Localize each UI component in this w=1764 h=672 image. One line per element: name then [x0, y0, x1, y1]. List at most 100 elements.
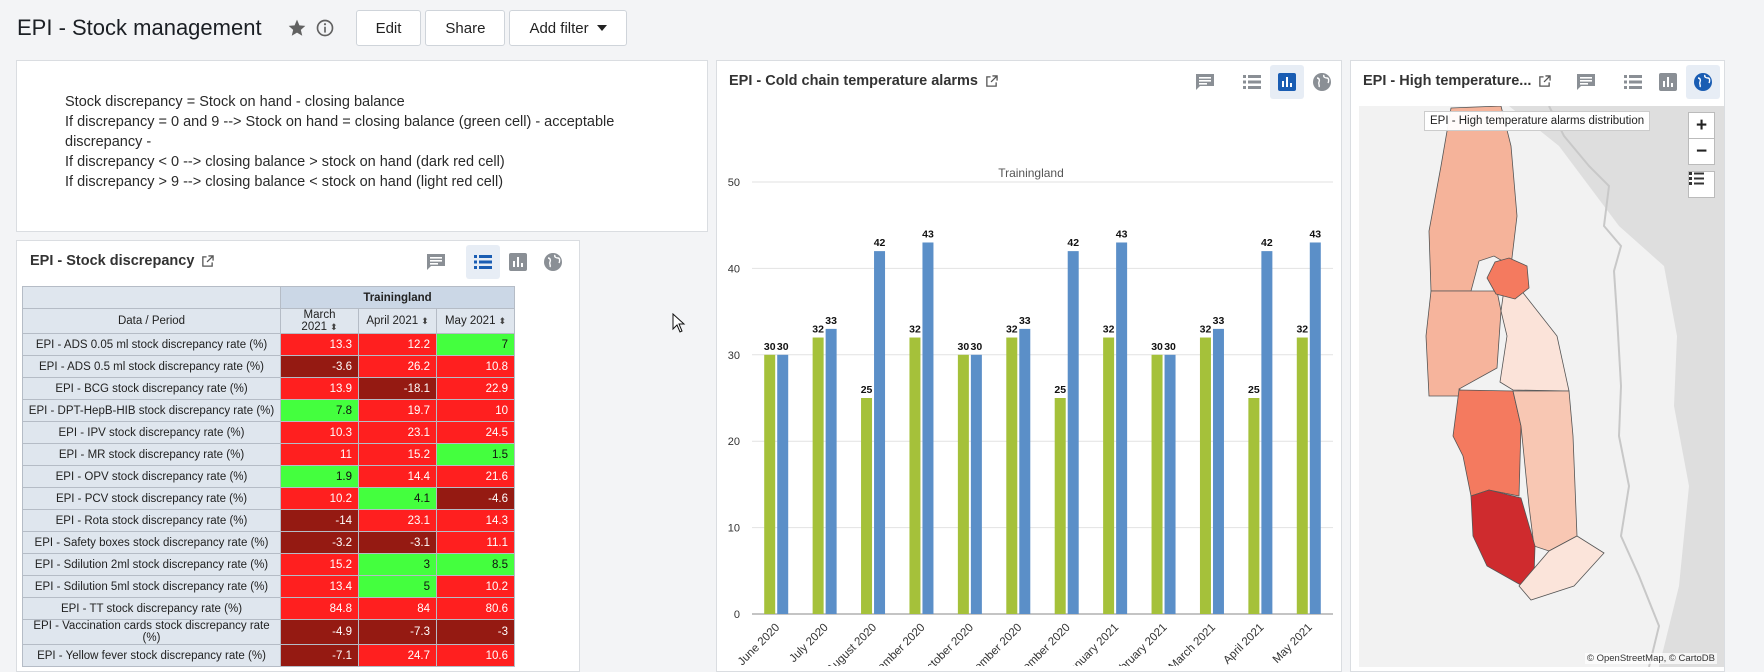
- sort-icon[interactable]: ⬍: [498, 316, 506, 326]
- share-button[interactable]: Share: [425, 10, 506, 46]
- map-attribution: © OpenStreetMap, © CartoDB: [1584, 653, 1717, 664]
- table-cell[interactable]: -3.2: [280, 531, 359, 554]
- table-cell[interactable]: 10.2: [436, 575, 515, 598]
- map-canvas[interactable]: EPI - High temperature alarms distributi…: [1359, 106, 1724, 667]
- external-link-icon[interactable]: [201, 254, 215, 268]
- external-link-icon[interactable]: [985, 74, 998, 88]
- y-tick-label: 50: [728, 177, 740, 189]
- table-view-icon[interactable]: [466, 245, 500, 279]
- table-cell[interactable]: 4.1: [358, 487, 437, 510]
- table-cell[interactable]: 84: [358, 597, 437, 620]
- comment-icon[interactable]: [1188, 65, 1222, 99]
- table-cell[interactable]: -18.1: [358, 377, 437, 400]
- period-header[interactable]: April 2021 ⬍: [358, 308, 437, 334]
- table-cell[interactable]: 19.7: [358, 399, 437, 422]
- table-cell[interactable]: 8.5: [436, 553, 515, 576]
- table-cell[interactable]: 23.1: [358, 509, 437, 532]
- table-cell[interactable]: 10: [436, 399, 515, 422]
- table-cell[interactable]: 10.3: [280, 421, 359, 444]
- table-cell[interactable]: 3: [358, 553, 437, 576]
- table-cell[interactable]: 23.1: [358, 421, 437, 444]
- table-cell[interactable]: 22.9: [436, 377, 515, 400]
- data-label: 43: [1116, 228, 1128, 240]
- y-tick-label: 0: [734, 609, 740, 621]
- period-header[interactable]: May 2021 ⬍: [436, 308, 515, 334]
- table-cell[interactable]: 84.8: [280, 597, 359, 620]
- table-cell[interactable]: 14.3: [436, 509, 515, 532]
- table-cell[interactable]: 24.7: [358, 644, 437, 667]
- row-label: EPI - ADS 0.05 ml stock discrepancy rate…: [22, 333, 281, 356]
- chart-view-icon[interactable]: [1270, 65, 1304, 99]
- period-label: May 2021: [444, 315, 496, 327]
- table-cell[interactable]: -14: [280, 509, 359, 532]
- table-view-icon[interactable]: [1616, 65, 1650, 99]
- item-title[interactable]: EPI - Stock discrepancy: [30, 253, 215, 269]
- map-region[interactable]: [1470, 489, 1536, 589]
- table-cell[interactable]: -7.3: [358, 619, 437, 645]
- external-link-icon[interactable]: [1538, 74, 1552, 88]
- table-cell[interactable]: -7.1: [280, 644, 359, 667]
- edit-button[interactable]: Edit: [355, 10, 422, 46]
- table-cell[interactable]: -3.6: [280, 355, 359, 378]
- map-view-icon[interactable]: [536, 245, 570, 279]
- text-line: If discrepancy > 9 --> closing balance <…: [65, 174, 504, 190]
- comment-icon[interactable]: [419, 245, 453, 279]
- table-cell[interactable]: 7: [436, 333, 515, 356]
- table-cell[interactable]: 11.1: [436, 531, 515, 554]
- table-cell[interactable]: 12.2: [358, 333, 437, 356]
- legend-toggle-icon[interactable]: [1688, 171, 1715, 198]
- bar: [957, 354, 969, 614]
- y-tick-label: 30: [728, 350, 740, 362]
- map-region[interactable]: [1425, 290, 1502, 397]
- bar: [825, 328, 837, 614]
- item-title-text: EPI - Cold chain temperature alarms: [729, 73, 978, 89]
- table-cell[interactable]: 10.2: [280, 487, 359, 510]
- table-cell[interactable]: 15.2: [358, 443, 437, 466]
- table-cell[interactable]: 24.5: [436, 421, 515, 444]
- sort-icon[interactable]: ⬍: [421, 316, 429, 326]
- table-cell[interactable]: 11: [280, 443, 359, 466]
- table-cell[interactable]: -3: [436, 619, 515, 645]
- zoom-in-button[interactable]: +: [1688, 112, 1715, 139]
- table-cell[interactable]: 10.8: [436, 355, 515, 378]
- table-row: EPI - Yellow fever stock discrepancy rat…: [22, 644, 515, 667]
- map-region[interactable]: [1452, 389, 1522, 497]
- zoom-out-button[interactable]: −: [1688, 138, 1715, 165]
- x-tick-label: May 2021: [1271, 622, 1315, 666]
- row-label: EPI - BCG stock discrepancy rate (%): [22, 377, 281, 400]
- map-view-icon[interactable]: [1686, 65, 1720, 99]
- sort-icon[interactable]: ⬍: [330, 322, 338, 332]
- table-cell[interactable]: 13.9: [280, 377, 359, 400]
- table-cell[interactable]: 7.8: [280, 399, 359, 422]
- map-view-icon[interactable]: [1305, 65, 1339, 99]
- table-cell[interactable]: 80.6: [436, 597, 515, 620]
- comment-icon[interactable]: [1569, 65, 1603, 99]
- info-icon[interactable]: [314, 17, 336, 39]
- table-cell[interactable]: 1.5: [436, 443, 515, 466]
- table-cell[interactable]: -4.6: [436, 487, 515, 510]
- table-cell[interactable]: 21.6: [436, 465, 515, 488]
- bar: [1067, 251, 1079, 614]
- table-cell[interactable]: -3.1: [358, 531, 437, 554]
- data-label: 25: [861, 384, 873, 396]
- table-view-icon[interactable]: [1235, 65, 1269, 99]
- table-cell[interactable]: 10.6: [436, 644, 515, 667]
- table-cell[interactable]: 1.9: [280, 465, 359, 488]
- chart-view-icon[interactable]: [1651, 65, 1685, 99]
- chart-view-icon[interactable]: [501, 245, 535, 279]
- item-title[interactable]: EPI - Cold chain temperature alarms: [729, 73, 998, 89]
- item-toolbar: [1187, 65, 1339, 99]
- star-icon[interactable]: [286, 17, 308, 39]
- period-header[interactable]: March 2021 ⬍: [280, 308, 359, 334]
- table-cell[interactable]: -4.9: [280, 619, 359, 645]
- table-cell[interactable]: 14.4: [358, 465, 437, 488]
- table-cell[interactable]: 26.2: [358, 355, 437, 378]
- add-filter-button[interactable]: Add filter: [509, 10, 627, 46]
- table-cell[interactable]: 5: [358, 575, 437, 598]
- add-filter-label: Add filter: [529, 19, 589, 37]
- table-cell[interactable]: 13.3: [280, 333, 359, 356]
- table-cell[interactable]: 13.4: [280, 575, 359, 598]
- chevron-down-icon: [596, 25, 607, 31]
- item-title[interactable]: EPI - High temperature...: [1363, 73, 1552, 89]
- table-cell[interactable]: 15.2: [280, 553, 359, 576]
